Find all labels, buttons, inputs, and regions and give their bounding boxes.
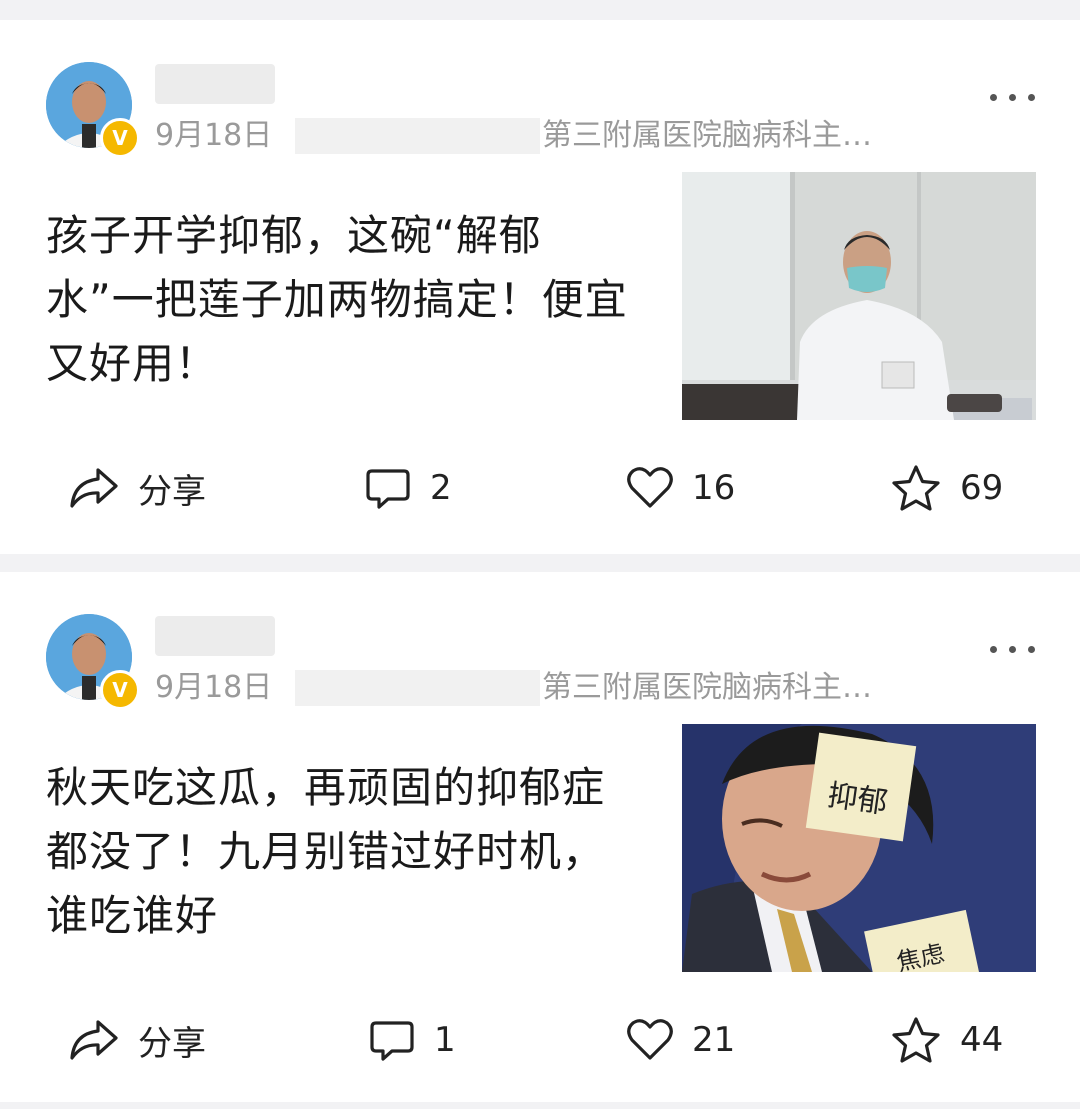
- author-name-redacted[interactable]: [155, 616, 275, 656]
- share-button[interactable]: 分享: [68, 1012, 206, 1068]
- star-icon: [892, 465, 940, 511]
- like-button[interactable]: 16: [626, 460, 735, 516]
- comment-button[interactable]: 1: [368, 1012, 456, 1068]
- comment-button[interactable]: 2: [364, 460, 452, 516]
- share-label: 分享: [138, 1023, 206, 1064]
- author-name-redacted[interactable]: [155, 64, 275, 104]
- more-options-icon[interactable]: [990, 90, 1036, 104]
- meta-redacted: [295, 670, 540, 706]
- share-label: 分享: [138, 471, 206, 512]
- author-org: 第三附属医院脑病科主…: [542, 118, 872, 153]
- comment-count: 1: [434, 1020, 456, 1060]
- post-thumbnail[interactable]: 抑郁 焦虑: [682, 724, 1036, 972]
- like-count: 21: [692, 1020, 736, 1060]
- post-card[interactable]: V 9月18日 第三附属医院脑病科主… 秋天吃这瓜，再顽固的抑郁症都没了！九月别…: [0, 572, 1080, 1102]
- star-icon: [892, 1017, 940, 1063]
- post-meta: 9月18日 第三附属医院脑病科主…: [155, 116, 945, 156]
- favorite-button[interactable]: 69: [890, 460, 1003, 516]
- post-actions: 分享 2 16 69: [0, 460, 1080, 516]
- comment-count: 2: [430, 468, 452, 508]
- share-icon: [70, 1020, 118, 1060]
- post-meta: 9月18日 第三附属医院脑病科主…: [155, 668, 945, 708]
- favorite-count: 44: [960, 1020, 1004, 1060]
- share-icon: [70, 468, 118, 508]
- post-thumbnail[interactable]: [682, 172, 1036, 420]
- post-date: 9月18日: [155, 670, 273, 705]
- heart-icon: [627, 467, 673, 508]
- like-button[interactable]: 21: [626, 1012, 735, 1068]
- post-card[interactable]: V 9月18日 第三附属医院脑病科主… 孩子开学抑郁，这碗“解郁水”一把莲子加两…: [0, 20, 1080, 554]
- meta-redacted: [295, 118, 540, 154]
- doctor-photo-icon: [682, 172, 1036, 420]
- verified-badge-icon: V: [100, 670, 140, 710]
- comment-icon: [370, 1021, 414, 1061]
- thumb-note-depression: 抑郁: [825, 777, 890, 821]
- comment-icon: [366, 469, 410, 509]
- more-options-icon[interactable]: [990, 642, 1036, 656]
- favorite-button[interactable]: 44: [890, 1012, 1003, 1068]
- verified-badge-icon: V: [100, 118, 140, 158]
- stressed-man-photo-icon: [682, 724, 1036, 972]
- share-button[interactable]: 分享: [68, 460, 206, 516]
- post-actions: 分享 1 21 44: [0, 1012, 1080, 1068]
- post-title[interactable]: 秋天吃这瓜，再顽固的抑郁症都没了！九月别错过好时机，谁吃谁好: [46, 756, 646, 948]
- author-org: 第三附属医院脑病科主…: [542, 670, 872, 705]
- like-count: 16: [692, 468, 736, 508]
- favorite-count: 69: [960, 468, 1004, 508]
- post-date: 9月18日: [155, 118, 273, 153]
- heart-icon: [627, 1019, 673, 1060]
- post-title[interactable]: 孩子开学抑郁，这碗“解郁水”一把莲子加两物搞定！便宜又好用！: [46, 204, 646, 396]
